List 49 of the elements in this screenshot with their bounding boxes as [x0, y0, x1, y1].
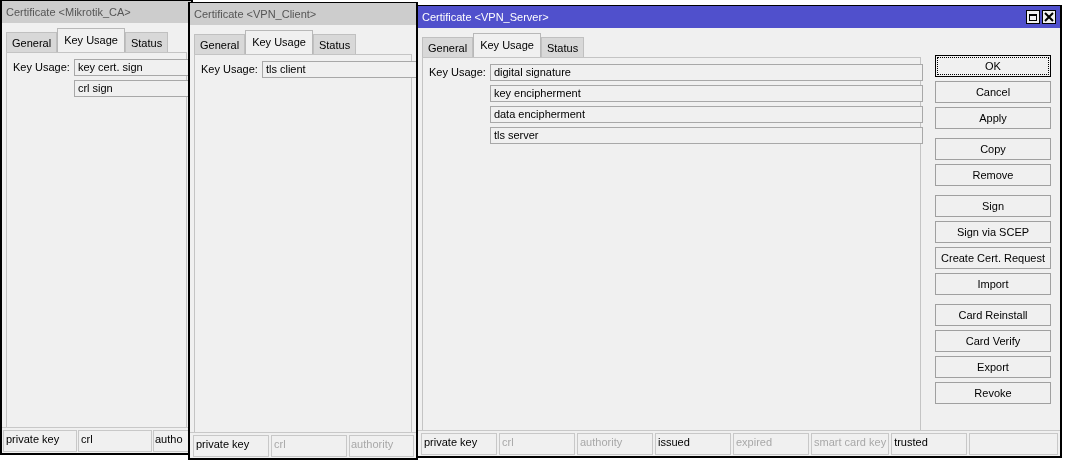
- dialog-button[interactable]: Copy: [935, 138, 1051, 160]
- dialog-button[interactable]: Cancel: [935, 81, 1051, 103]
- field-label: Key Usage:: [429, 65, 486, 80]
- tab[interactable]: General: [194, 34, 246, 54]
- dialog-button[interactable]: Card Reinstall: [935, 304, 1051, 326]
- status-cell: crl: [78, 430, 152, 452]
- dialog-button[interactable]: Remove: [935, 164, 1051, 186]
- dialog-button[interactable]: Card Verify: [935, 330, 1051, 352]
- key-usage-field[interactable]: key encipherment: [489, 85, 923, 102]
- dialog-button[interactable]: Import: [935, 273, 1051, 295]
- window-title: Certificate <VPN_Client>: [194, 8, 318, 20]
- status-cell: smart card key: [811, 433, 890, 455]
- tab[interactable]: Key Usage: [245, 30, 313, 54]
- key-usage-field[interactable]: tls server: [489, 127, 923, 144]
- window-title: Certificate <VPN_Server>: [422, 11, 550, 23]
- status-cell: crl: [271, 435, 347, 457]
- status-cell: private key: [193, 435, 269, 457]
- status-cell: issued: [655, 433, 731, 455]
- window-title: Certificate <Mikrotik_CA>: [6, 6, 132, 18]
- key-usage-field[interactable]: tls client: [261, 61, 416, 78]
- dialog-button[interactable]: Sign: [935, 195, 1051, 217]
- key-usage-field[interactable]: digital signature: [489, 64, 923, 81]
- field-label: Key Usage:: [201, 62, 258, 77]
- dialog-button[interactable]: Create Cert. Request: [935, 247, 1051, 269]
- tab[interactable]: Key Usage: [57, 28, 125, 52]
- status-cell: crl: [499, 433, 575, 455]
- tab[interactable]: Key Usage: [473, 33, 541, 57]
- status-cell: private key: [421, 433, 497, 455]
- status-cell: authority: [349, 435, 414, 457]
- tab[interactable]: Status: [540, 37, 585, 57]
- close-icon[interactable]: [1042, 10, 1056, 24]
- key-usage-field[interactable]: key cert. sign: [73, 59, 191, 76]
- status-cell: trusted: [891, 433, 968, 455]
- dialog-button[interactable]: Revoke: [935, 382, 1051, 404]
- tab[interactable]: Status: [124, 32, 169, 52]
- dialog-button[interactable]: Sign via SCEP: [935, 221, 1051, 243]
- dialog-button[interactable]: Apply: [935, 107, 1051, 129]
- tab[interactable]: General: [6, 32, 58, 52]
- dialog-button[interactable]: Export: [935, 356, 1051, 378]
- status-cell: authority: [577, 433, 653, 455]
- tab[interactable]: General: [422, 37, 474, 57]
- key-usage-field[interactable]: data encipherment: [489, 106, 923, 123]
- dialog-button[interactable]: OK: [935, 55, 1051, 77]
- status-cell: private key: [3, 430, 77, 452]
- maximize-icon[interactable]: [1026, 10, 1040, 24]
- status-cell: expired: [733, 433, 809, 455]
- tab[interactable]: Status: [312, 34, 357, 54]
- field-label: Key Usage:: [13, 60, 70, 75]
- key-usage-field[interactable]: crl sign: [73, 80, 191, 97]
